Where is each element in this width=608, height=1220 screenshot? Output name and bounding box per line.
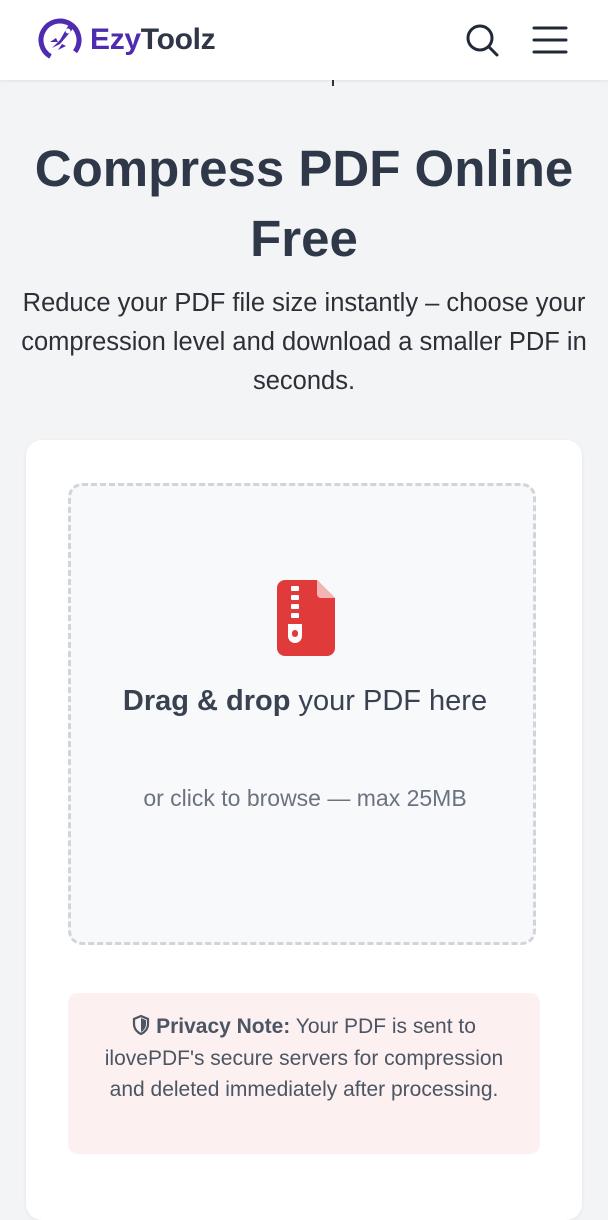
compress-card: Drag & drop your PDF here or click to br…: [26, 440, 582, 1220]
site-header: EzyToolz: [0, 0, 608, 80]
brand-logo[interactable]: EzyToolz: [38, 18, 216, 62]
brand-name-prefix: Ezy: [90, 23, 141, 56]
rocket-logo-icon: [38, 18, 82, 62]
dropzone-title-rest: your PDF here: [290, 685, 488, 717]
shield-icon: [132, 1015, 150, 1035]
brand-name-suffix: Toolz: [140, 23, 216, 56]
privacy-label: Privacy Note:: [156, 1015, 291, 1038]
privacy-note: Privacy Note: Your PDF is sent to iloveP…: [68, 993, 540, 1154]
menu-button[interactable]: [530, 20, 570, 60]
search-button[interactable]: [462, 20, 502, 60]
dropzone-title-bold: Drag & drop: [122, 685, 291, 717]
zip-file-icon: [277, 580, 335, 656]
hamburger-menu-icon: [532, 26, 568, 54]
dropzone-title: Drag & drop your PDF here: [91, 678, 519, 724]
brand-name: EzyToolz: [90, 18, 216, 62]
search-icon: [466, 24, 499, 57]
file-dropzone[interactable]: Drag & drop your PDF here or click to br…: [68, 483, 536, 945]
page-subtitle: Reduce your PDF file size instantly – ch…: [21, 289, 587, 395]
dropzone-hint: or click to browse — max 25MB: [143, 785, 467, 811]
page-title: Compress PDF Online Free: [34, 140, 574, 267]
